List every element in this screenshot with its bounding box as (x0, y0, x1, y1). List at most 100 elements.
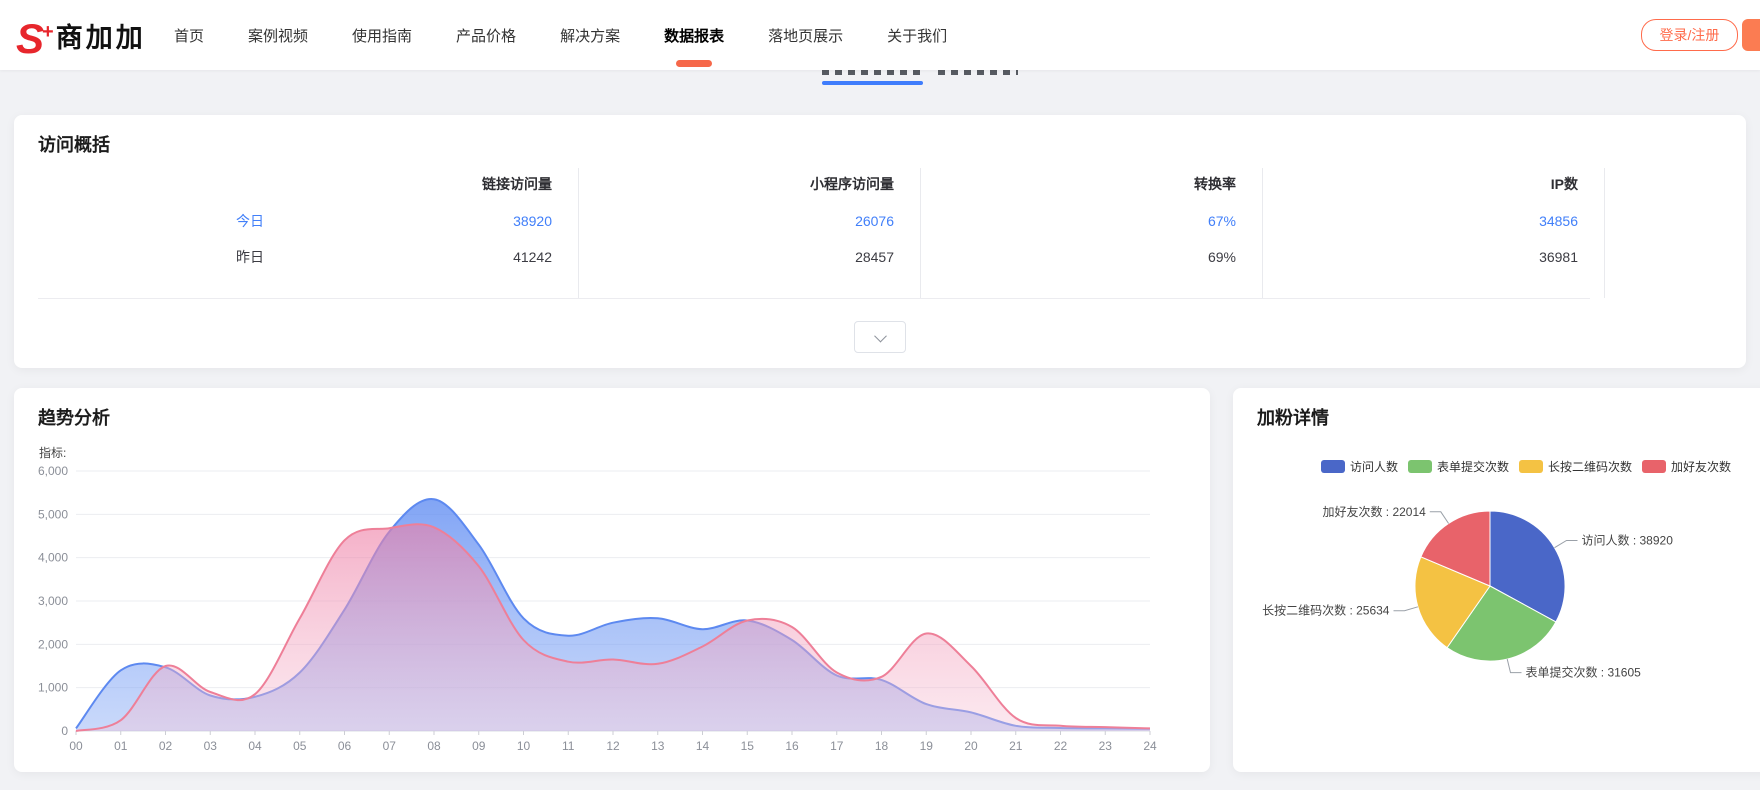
table-value: 38920 (264, 213, 578, 229)
row-label[interactable]: 昨日 (14, 247, 264, 267)
pie-label-line (1394, 607, 1418, 611)
x-axis-label: 14 (696, 739, 710, 753)
x-axis-label: 17 (830, 739, 844, 753)
trend-title: 趋势分析 (38, 404, 110, 430)
x-axis-label: 00 (69, 739, 83, 753)
pie-legend: 访问人数 表单提交次数 长按二维码次数 加好友次数 (1321, 458, 1731, 475)
nav-item[interactable]: 解决方案 (558, 0, 622, 70)
x-axis-label: 20 (964, 739, 978, 753)
clipped-right-button[interactable] (1742, 19, 1760, 51)
nav-item-label: 关于我们 (887, 25, 947, 46)
legend-label: 长按二维码次数 (1548, 458, 1632, 475)
legend-item[interactable]: 加好友次数 (1642, 458, 1731, 475)
legend-item[interactable]: 长按二维码次数 (1519, 458, 1632, 475)
active-nav-indicator (676, 60, 712, 67)
nav-item-label: 使用指南 (352, 25, 412, 46)
x-axis-label: 04 (248, 739, 262, 753)
y-axis-label: 0 (61, 724, 68, 738)
x-axis-label: 01 (114, 739, 128, 753)
y-axis-label: 3,000 (38, 594, 68, 608)
legend-swatch-icon (1408, 460, 1432, 473)
x-axis-label: 03 (204, 739, 218, 753)
column-divider (578, 168, 579, 298)
x-axis-label: 18 (875, 739, 889, 753)
x-axis-label: 23 (1099, 739, 1113, 753)
x-axis-label: 09 (472, 739, 486, 753)
nav-item-active[interactable]: 数据报表 (662, 0, 726, 70)
table-header-row: 链接访问量小程序访问量转换率IP数 (14, 165, 1746, 203)
nav-item[interactable]: 落地页展示 (766, 0, 845, 70)
chevron-down-icon (874, 329, 887, 342)
x-axis-label: 07 (383, 739, 397, 753)
pie-label-line (1555, 541, 1578, 548)
x-axis-label: 15 (741, 739, 755, 753)
nav-item[interactable]: 产品价格 (454, 0, 518, 70)
table-value: 36981 (1262, 249, 1604, 265)
nav-item-label: 首页 (174, 25, 204, 46)
fans-pie-chart: 访问人数 : 38920表单提交次数 : 31605长按二维码次数 : 2563… (1243, 476, 1753, 766)
visit-overview-panel: 访问概括 链接访问量小程序访问量转换率IP数今日389202607667%348… (14, 115, 1746, 368)
x-axis-label: 16 (785, 739, 799, 753)
legend-label: 访问人数 (1350, 458, 1398, 475)
table-value: 41242 (264, 249, 578, 265)
x-axis-label: 22 (1054, 739, 1068, 753)
nav-item[interactable]: 使用指南 (350, 0, 414, 70)
nav-item[interactable]: 案例视频 (246, 0, 310, 70)
nav-item[interactable]: 关于我们 (885, 0, 949, 70)
legend-label: 加好友次数 (1671, 458, 1731, 475)
nav-item-label: 案例视频 (248, 25, 308, 46)
active-tab-underline (822, 81, 923, 85)
pie-label-line (1430, 512, 1449, 524)
logo-text: 商加加 (56, 16, 146, 55)
x-axis-label: 05 (293, 739, 307, 753)
main-nav: 首页 案例视频 使用指南 产品价格 解决方案 数据报表 落地页展示 关于我们 (172, 0, 949, 70)
brand-logo[interactable]: S+ 商加加 (16, 11, 146, 60)
y-axis-label: 6,000 (38, 464, 68, 478)
pie-label-line (1507, 659, 1521, 673)
x-axis-label: 10 (517, 739, 531, 753)
legend-item[interactable]: 表单提交次数 (1408, 458, 1509, 475)
pie-label: 长按二维码次数 : 25634 (1262, 603, 1390, 618)
nav-item-label: 数据报表 (664, 25, 724, 46)
pie-label: 访问人数 : 38920 (1582, 533, 1674, 548)
legend-label: 表单提交次数 (1437, 458, 1509, 475)
top-header: S+ 商加加 首页 案例视频 使用指南 产品价格 解决方案 数据报表 落地页展示 关于我们 登… (0, 0, 1760, 70)
x-axis-label: 12 (606, 739, 620, 753)
column-header: 小程序访问量 (578, 174, 920, 194)
table-value: 34856 (1262, 213, 1604, 229)
x-axis-label: 11 (562, 739, 575, 753)
legend-swatch-icon (1642, 460, 1666, 473)
logo-plus-icon: + (42, 21, 52, 43)
nav-item-label: 落地页展示 (768, 25, 843, 46)
expand-overview-button[interactable] (854, 321, 906, 353)
trend-analysis-panel: 趋势分析 指标: 01,0002,0003,0004,0005,0006,000… (14, 388, 1210, 772)
table-value: 67% (920, 213, 1262, 229)
login-register-button[interactable]: 登录/注册 (1641, 19, 1738, 51)
x-axis-label: 24 (1143, 739, 1157, 753)
fans-detail-panel: 加粉详情 访问人数表单提交次数长按二维码次数加好友次数 访问人数 : 38920… (1233, 388, 1760, 772)
table-value: 69% (920, 249, 1262, 265)
overview-table: 链接访问量小程序访问量转换率IP数今日389202607667%34856昨日4… (14, 165, 1746, 275)
pie-label: 加好友次数 : 22014 (1322, 504, 1426, 519)
y-axis-label: 2,000 (38, 637, 68, 651)
x-axis-label: 02 (159, 739, 173, 753)
nav-item[interactable]: 首页 (172, 0, 206, 70)
legend-swatch-icon (1321, 460, 1345, 473)
legend-item[interactable]: 访问人数 (1321, 458, 1398, 475)
table-row: 今日389202607667%34856 (14, 203, 1746, 239)
trend-area-chart: 01,0002,0003,0004,0005,0006,000000102030… (30, 454, 1194, 759)
column-divider (920, 168, 921, 298)
overview-title: 访问概括 (38, 131, 110, 157)
x-axis-label: 19 (920, 739, 934, 753)
x-axis-label: 21 (1009, 739, 1023, 753)
y-axis-label: 5,000 (38, 507, 68, 521)
column-header: IP数 (1262, 174, 1604, 194)
column-header: 链接访问量 (264, 174, 578, 194)
nav-item-label: 产品价格 (456, 25, 516, 46)
table-value: 28457 (578, 249, 920, 265)
y-axis-label: 4,000 (38, 551, 68, 565)
column-divider (1604, 168, 1605, 298)
column-header: 转换率 (920, 174, 1262, 194)
row-label[interactable]: 今日 (14, 211, 264, 231)
logo-s-mark: S+ (16, 11, 52, 60)
